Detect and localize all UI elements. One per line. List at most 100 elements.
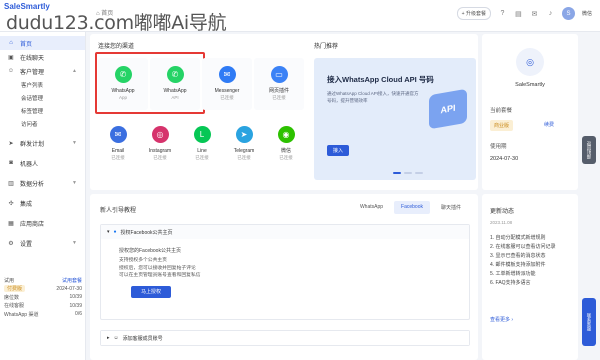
sidebar-item-robot[interactable]: ◙ 机器人 — [0, 156, 85, 170]
bell-icon[interactable]: ♪ — [546, 9, 555, 18]
chart-icon: ▥ — [8, 180, 14, 187]
channel-whatsapp-api[interactable]: ✆ WhatsApp API — [150, 58, 200, 110]
store-icon: ▦ — [8, 220, 14, 227]
api-illustration: API — [429, 88, 467, 130]
sidebar-sub-sessions[interactable]: 会话管理 — [0, 91, 85, 104]
profile-logo: ◎ — [516, 48, 544, 76]
news-more-link[interactable]: 查看更多 › — [490, 316, 513, 323]
carousel-dots[interactable] — [393, 172, 423, 174]
plan-badge: 付费版 — [4, 285, 26, 293]
news-item[interactable]: 2. 在线客服可以查看访问记录 — [490, 243, 574, 252]
news-title: 更新动态 — [490, 209, 515, 215]
accordion-header[interactable]: ▸ ☺ 添加客服成员账号 — [101, 331, 469, 345]
news-item[interactable]: 6. FAQ支持多语言 — [490, 279, 574, 288]
upgrade-button[interactable]: + 升级套餐 — [456, 7, 491, 20]
chat-icon: ▣ — [8, 54, 14, 61]
sidebar-item-store[interactable]: ▦ 应用商店 — [0, 216, 85, 230]
plan-trial[interactable]: 试用套餐 — [62, 277, 82, 284]
accordion-header[interactable]: ▾ ● 授权Facebook公共主页 — [101, 225, 469, 239]
user-icon: ☺ — [113, 335, 119, 341]
sidebar-item-integrations[interactable]: ✣ 集成 — [0, 196, 85, 210]
home-icon: ⌂ — [9, 40, 13, 46]
sidebar-sub-visitors[interactable]: 访问者 — [0, 117, 85, 130]
robot-icon: ◙ — [9, 160, 13, 166]
accordion-authorize: ▾ ● 授权Facebook公共主页 授权您的Facebook公共主页 支持授权多个… — [100, 224, 470, 320]
list-item: 可以在主页管理员账号查看和回复私信 — [119, 273, 201, 278]
news-list: 1. 自动分配模式新增规则 2. 在线客服可以查看访问记录 3. 显示已查看的消息状… — [490, 234, 574, 288]
topbar-actions: + 升级套餐 ? ▤ ✉ ♪ S 微信 — [456, 7, 592, 20]
news-item[interactable]: 5. 工单新增转派功能 — [490, 270, 574, 279]
users-icon: ☺ — [7, 68, 15, 74]
channels-title: 连接您的渠道 — [98, 44, 135, 50]
tab-whatsapp[interactable]: WhatsApp — [353, 201, 390, 214]
profile-name: SaleSmartly — [515, 82, 545, 88]
breadcrumb: ⌂ 首页 — [96, 11, 114, 17]
email-icon: ✉ — [109, 126, 127, 143]
facebook-icon: ● — [113, 229, 117, 235]
channel-微信[interactable]: ◉ 微信 已连接 — [266, 122, 306, 172]
top-bar: SaleSmartly dudu123.com嘟嘟Ai导航 ⌂ 首页 + 升级套… — [0, 0, 600, 34]
tutorial-card: 新人引导教程 WhatsApp Facebook 聊天插件 ▾ ● 授权Facebo… — [90, 194, 478, 360]
send-icon: ➤ — [8, 140, 14, 147]
telegram-icon: ➤ — [235, 126, 253, 143]
sidebar-item-analytics[interactable]: ▥ 数据分析 ▼ — [0, 176, 85, 190]
news-date: 2023.11.08 — [490, 220, 513, 225]
sidebar-sub-tags[interactable]: 标签管理 — [0, 104, 85, 117]
back-to-top-widget[interactable]: 返回顶部 — [582, 136, 596, 164]
clipboard-icon[interactable]: ▤ — [514, 9, 523, 18]
gear-icon: ⚙ — [8, 240, 14, 247]
watermark: dudu123.com嘟嘟Ai导航 — [6, 12, 227, 34]
news-item[interactable]: 1. 自动分配模式新增规则 — [490, 234, 574, 243]
tab-chat-plugin[interactable]: 聊天插件 — [434, 201, 468, 214]
tutorial-title: 新人引导教程 — [100, 208, 137, 214]
profile-card: ◎ SaleSmartly 当前套餐 商业版 续费 使用期 2024-07-30 — [482, 34, 578, 190]
news-item[interactable]: 4. 邮件模板支持添加附件 — [490, 261, 574, 270]
whatsapp-icon: ✆ — [166, 66, 184, 83]
channel-email[interactable]: ✉ Email 已连接 — [98, 122, 138, 172]
tab-facebook[interactable]: Facebook — [394, 201, 430, 214]
plan-badge: 商业版 — [490, 120, 514, 131]
channel-line[interactable]: L Line 已连接 — [182, 122, 222, 172]
chevron-right-icon: ▸ — [107, 335, 110, 341]
breadcrumb-home[interactable]: 首页 — [101, 11, 113, 17]
renew-link[interactable]: 续费 — [544, 121, 554, 128]
expire-label: 使用期 — [490, 144, 507, 150]
expire-date: 2024-07-30 — [490, 156, 519, 162]
plan-title: 试用 — [4, 277, 15, 284]
plugin-icon: ✣ — [8, 200, 14, 207]
promo-desc: 通过WhatsApp Cloud API接入，快速开通官方号码，提升营销效率 — [327, 91, 419, 103]
sidebar-sub-customer-list[interactable]: 客户列表 — [0, 78, 85, 91]
list-item: 支持授权多个公共主页 — [119, 258, 167, 263]
news-item[interactable]: 3. 显示已查看的消息状态 — [490, 252, 574, 261]
chevron-down-icon: ▼ — [72, 240, 77, 246]
bullet-list: 支持授权多个公共主页 授权后，您可以接收并回复帖子评论 可以在主页管理员账号查看… — [101, 257, 469, 280]
promo-section-title: 热门推荐 — [314, 44, 339, 50]
user-name[interactable]: 微信 — [582, 10, 592, 17]
sidebar-item-broadcast[interactable]: ➤ 群发计划 ▼ — [0, 136, 85, 150]
channel-网页插件[interactable]: ▭ 网页插件 已连接 — [254, 58, 304, 110]
channel-whatsapp[interactable]: ✆ WhatsApp App — [98, 58, 148, 110]
chevron-down-icon: ▾ — [107, 229, 110, 235]
accordion-intro: 授权您的Facebook公共主页 — [119, 248, 181, 254]
whatsapp-icon: ✆ — [114, 66, 132, 83]
avatar[interactable]: S — [561, 7, 575, 20]
instagram-icon: ◎ — [151, 126, 169, 143]
sidebar-item-customers[interactable]: ☺ 客户管理 ▲ — [0, 64, 85, 78]
chevron-down-icon: ▼ — [72, 180, 77, 186]
list-item: 授权后，您可以接收并回复帖子评论 — [119, 265, 196, 271]
promo-title: 接入WhatsApp Cloud API 号码 — [327, 75, 434, 84]
authorize-button[interactable]: 马上授权 — [131, 285, 171, 298]
chevron-down-icon: ▼ — [72, 140, 77, 146]
promo-banner[interactable]: 接入WhatsApp Cloud API 号码 通过WhatsApp Cloud… — [314, 58, 476, 180]
help-icon[interactable]: ? — [498, 9, 507, 18]
line-icon: L — [193, 126, 211, 143]
sidebar-item-chat[interactable]: ▣ 在线聊天 — [0, 50, 85, 64]
sidebar-item-settings[interactable]: ⚙ 设置 ▼ — [0, 236, 85, 250]
sidebar-item-home[interactable]: ⌂ 首页 — [0, 36, 85, 50]
mail-icon[interactable]: ✉ — [530, 9, 539, 18]
channel-messenger[interactable]: ✉ Messenger 已连接 — [202, 58, 252, 110]
channel-telegram[interactable]: ➤ Telegram 已连接 — [224, 122, 264, 172]
channel-instagram[interactable]: ◎ Instagram 已连接 — [140, 122, 180, 172]
promo-connect-button[interactable]: 接入 — [327, 145, 349, 156]
support-widget[interactable]: 联系客服 — [582, 298, 596, 346]
